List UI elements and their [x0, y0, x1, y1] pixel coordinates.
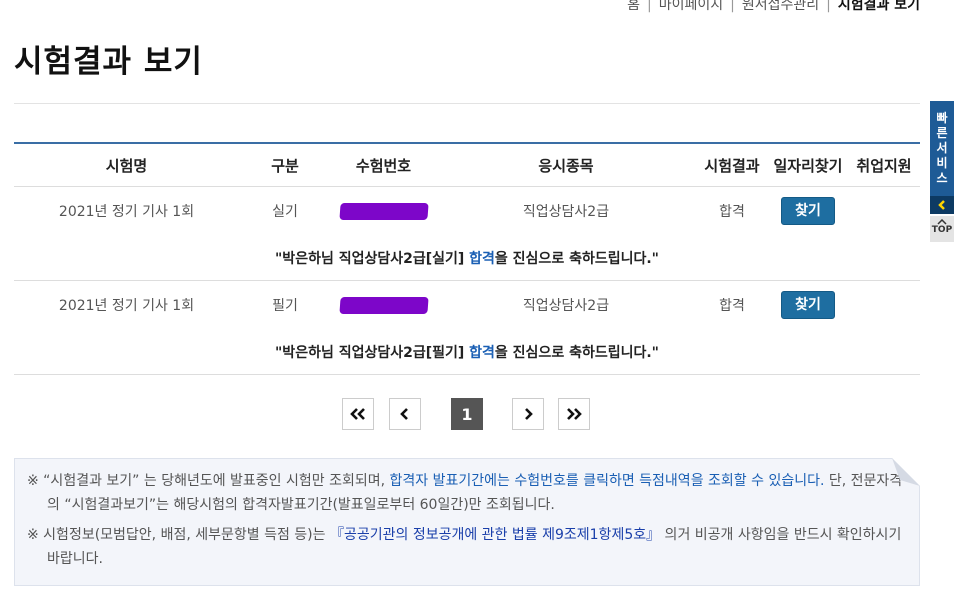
notice-line-1: ※ “시험결과 보기” 는 당해년도에 발표중인 시험만 조회되며, 합격자 발… — [27, 469, 907, 517]
quick-service-char: 른 — [936, 126, 948, 140]
quick-service-char: 서 — [936, 141, 948, 155]
header-result: 시험결과 — [696, 143, 768, 187]
page-number-button[interactable]: 1 — [451, 398, 483, 430]
result-cell: 합격 — [719, 204, 745, 220]
next-page-button[interactable] — [512, 398, 544, 430]
header-exam-number: 수험번호 — [331, 143, 436, 187]
exam-name-cell: 2021년 정기 기사 1회 — [58, 204, 195, 220]
subject-cell: 직업상담사2급 — [522, 204, 610, 220]
redacted-exam-number[interactable] — [338, 202, 429, 220]
page-title: 시험결과 보기 — [14, 44, 203, 80]
prev-page-button[interactable] — [389, 398, 421, 430]
quick-service-char: 비 — [936, 156, 948, 170]
header-job-search: 일자리찾기 — [768, 143, 848, 187]
quick-service-char: 빠 — [936, 111, 948, 125]
top-label: TOP — [931, 225, 953, 235]
chevron-right-icon — [525, 408, 533, 420]
notice-2-text-a: ※ 시험정보(모범답안, 배점, 세부문항별 득점 등)는 — [27, 527, 330, 543]
category-cell: 필기 — [272, 298, 298, 314]
find-job-button[interactable]: 찾기 — [781, 291, 835, 319]
employment-support-cell — [848, 187, 920, 236]
table-header-row: 시험명 구분 수험번호 응시종목 시험결과 일자리찾기 취업지원 — [14, 143, 920, 187]
find-job-button[interactable]: 찾기 — [781, 197, 835, 225]
quick-service-toggle[interactable] — [930, 196, 954, 214]
congrats-pass-word: 합격 — [469, 344, 495, 361]
quick-service-button[interactable]: 빠 른 서 비 스 — [930, 101, 954, 196]
employment-support-cell — [848, 281, 920, 330]
breadcrumb-separator: | — [647, 0, 652, 13]
table-row: 2021년 정기 기사 1회 실기 직업상담사2급 합격 찾기 — [14, 187, 920, 236]
breadcrumb-mypage[interactable]: 마이페이지 — [659, 0, 723, 13]
redacted-exam-number[interactable] — [338, 296, 429, 314]
law-reference-link[interactable]: 『공공기관의 정보공개에 관한 법률 제9조제1항제5호』 — [330, 527, 660, 543]
job-search-cell: 찾기 — [768, 281, 848, 330]
exam-name-cell: 2021년 정기 기사 1회 — [58, 298, 195, 314]
congrats-message: "박은하님 직업상담사2급[필기] 합격을 진심으로 축하드립니다." — [14, 329, 920, 375]
first-page-button[interactable] — [342, 398, 374, 430]
notice-1-highlight: 합격자 발표기간에는 수험번호를 클릭하면 득점내역을 조회할 수 있습니다. — [389, 473, 825, 489]
divider — [14, 103, 920, 104]
exam-number-cell[interactable] — [331, 281, 436, 330]
breadcrumb-home[interactable]: 홈 — [627, 0, 640, 13]
result-cell: 합격 — [719, 298, 745, 314]
breadcrumb-current: 시험결과 보기 — [837, 0, 920, 13]
header-employment-support: 취업지원 — [848, 143, 920, 187]
chevron-left-icon — [400, 408, 408, 420]
double-chevron-right-icon — [567, 408, 582, 420]
congrats-row: "박은하님 직업상담사2급[실기] 합격을 진심으로 축하드립니다." — [14, 235, 920, 281]
header-exam-name: 시험명 — [14, 143, 239, 187]
scroll-top-button[interactable]: TOP — [930, 216, 954, 242]
page-fold-icon — [892, 458, 920, 486]
notice-line-2: ※ 시험정보(모범답안, 배점, 세부문항별 득점 등)는 『공공기관의 정보공… — [27, 523, 907, 571]
table-row: 2021년 정기 기사 1회 필기 직업상담사2급 합격 찾기 — [14, 281, 920, 330]
chevron-left-icon — [938, 200, 945, 210]
congrats-pass-word: 합격 — [469, 250, 495, 267]
exam-result-table: 시험명 구분 수험번호 응시종목 시험결과 일자리찾기 취업지원 2021년 정… — [14, 142, 920, 375]
breadcrumb-application-management[interactable]: 원서접수관리 — [742, 0, 819, 13]
header-subject: 응시종목 — [436, 143, 696, 187]
breadcrumb: 홈 | 마이페이지 | 원서접수관리 | 시험결과 보기 — [627, 0, 920, 14]
congrats-message: "박은하님 직업상담사2급[실기] 합격을 진심으로 축하드립니다." — [14, 235, 920, 281]
congrats-row: "박은하님 직업상담사2급[필기] 합격을 진심으로 축하드립니다." — [14, 329, 920, 375]
congrats-suffix: 을 진심으로 축하드립니다." — [494, 344, 659, 361]
header-category: 구분 — [239, 143, 331, 187]
subject-cell: 직업상담사2급 — [522, 298, 610, 314]
notice-1-text-a: ※ “시험결과 보기” 는 당해년도에 발표중인 시험만 조회되며, — [27, 473, 390, 489]
exam-number-cell[interactable] — [331, 187, 436, 236]
congrats-prefix: "박은하님 직업상담사2급[실기] — [275, 250, 470, 267]
congrats-prefix: "박은하님 직업상담사2급[필기] — [275, 344, 470, 361]
notice-box: ※ “시험결과 보기” 는 당해년도에 발표중인 시험만 조회되며, 합격자 발… — [14, 458, 920, 586]
double-chevron-left-icon — [350, 408, 365, 420]
breadcrumb-separator: | — [826, 0, 831, 13]
category-cell: 실기 — [272, 204, 298, 220]
congrats-suffix: 을 진심으로 축하드립니다." — [494, 250, 659, 267]
breadcrumb-separator: | — [730, 0, 735, 13]
last-page-button[interactable] — [558, 398, 590, 430]
quick-service-char: 스 — [936, 171, 948, 185]
job-search-cell: 찾기 — [768, 187, 848, 236]
